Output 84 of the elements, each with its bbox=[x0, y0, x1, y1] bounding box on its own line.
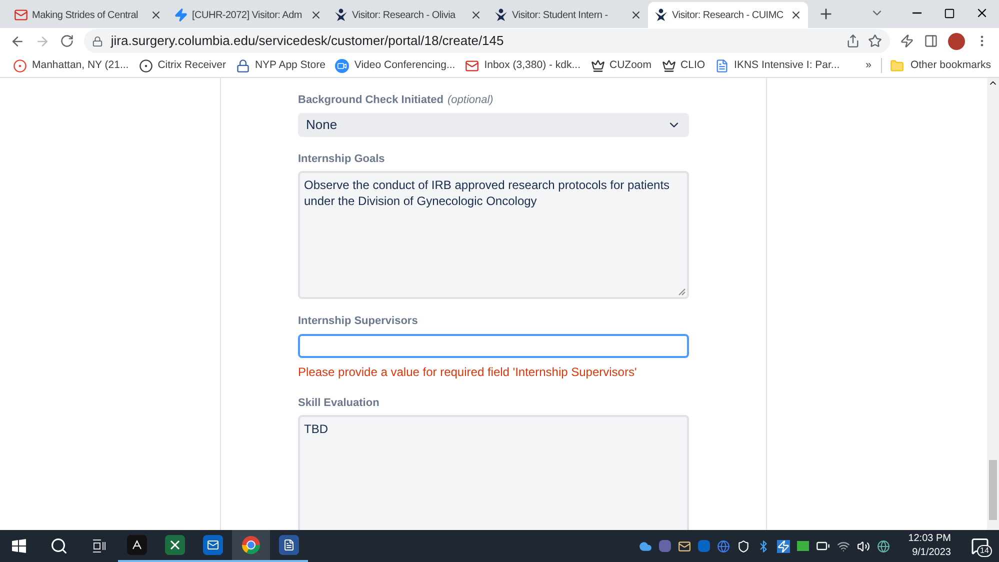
mail-icon bbox=[14, 8, 28, 22]
text-area[interactable]: Observe the conduct of IRB approved research protocols for patients under the Division of Gynecologic Oncology bbox=[298, 171, 689, 299]
clock[interactable]: 12:03 PM 9/1/2023 bbox=[908, 532, 951, 560]
tab-title: Visitor: Research - CUIMC bbox=[672, 8, 784, 22]
crown-icon bbox=[662, 58, 676, 72]
lightning-icon bbox=[174, 8, 188, 22]
tab-title: [CUHR-2072] Visitor: Adm bbox=[192, 8, 303, 22]
field-label: Internship Supervisors bbox=[298, 314, 418, 329]
new-tab-icon[interactable] bbox=[818, 6, 834, 22]
url-text: jira.surgery.columbia.edu/servicedesk/customer/portal/18/create/145 bbox=[110, 32, 505, 50]
windows-start-icon[interactable] bbox=[12, 539, 26, 553]
chat-app-icon[interactable] bbox=[659, 540, 672, 552]
mail-icon bbox=[465, 58, 480, 72]
back-icon[interactable] bbox=[10, 34, 25, 48]
more-bookmarks-button[interactable]: » bbox=[866, 58, 872, 74]
tray-app-icon[interactable] bbox=[797, 541, 810, 551]
close-icon[interactable] bbox=[790, 9, 802, 21]
person-icon bbox=[334, 8, 348, 22]
bookmark[interactable]: IKNS Intensive I: Par... bbox=[710, 58, 845, 74]
close-icon[interactable] bbox=[630, 9, 642, 21]
battery-icon[interactable] bbox=[816, 539, 830, 553]
bookmark[interactable]: Video Conferencing... bbox=[330, 58, 460, 74]
document-app-icon bbox=[279, 535, 299, 555]
browser-app-icon bbox=[241, 535, 261, 555]
globe-icon[interactable] bbox=[717, 540, 730, 552]
bookmark[interactable]: Inbox (3,380) - kdk... bbox=[460, 58, 586, 74]
browser-tab[interactable]: Visitor: Student Intern - bbox=[488, 2, 648, 28]
cloud-icon[interactable] bbox=[639, 540, 652, 552]
crown-icon bbox=[590, 58, 604, 72]
field-label: Background Check Initiated bbox=[298, 93, 444, 108]
extension-icon[interactable] bbox=[900, 34, 914, 48]
restore-icon[interactable] bbox=[944, 8, 955, 19]
tab-title: Visitor: Research - Olivia bbox=[352, 8, 456, 22]
field-label: Skill Evaluation bbox=[298, 396, 380, 410]
input-field[interactable] bbox=[298, 334, 689, 358]
select-field[interactable]: None bbox=[298, 112, 689, 136]
lightning-icon[interactable] bbox=[777, 540, 790, 552]
browser-tab[interactable]: Visitor: Research - CUIMC bbox=[648, 2, 808, 28]
close-icon[interactable] bbox=[150, 9, 162, 21]
pdf-app-icon bbox=[127, 535, 147, 555]
browser-tab[interactable]: Making Strides of Central bbox=[8, 2, 168, 28]
bookmark[interactable]: Citrix Receiver bbox=[134, 58, 231, 74]
person-icon bbox=[654, 8, 668, 22]
person-icon bbox=[494, 8, 508, 22]
tab-title: Visitor: Student Intern - bbox=[512, 8, 609, 22]
close-icon[interactable] bbox=[975, 6, 989, 20]
bookmark[interactable]: CLIO bbox=[656, 58, 710, 74]
close-icon[interactable] bbox=[470, 9, 482, 21]
bookmark[interactable]: CUZoom bbox=[586, 58, 657, 74]
tab-title: Making Strides of Central bbox=[32, 8, 140, 22]
reload-icon[interactable] bbox=[60, 34, 74, 48]
share-icon[interactable] bbox=[846, 34, 860, 48]
clock-date: 9/1/2023 bbox=[912, 546, 951, 560]
lock-icon bbox=[236, 58, 250, 72]
clock-time: 12:03 PM bbox=[908, 532, 951, 546]
mail-icon[interactable] bbox=[678, 540, 692, 552]
notification-count: 14 bbox=[977, 545, 992, 557]
video-icon bbox=[335, 58, 350, 72]
resize-handle-icon bbox=[678, 288, 686, 296]
wifi-icon[interactable] bbox=[837, 540, 850, 552]
bookmark[interactable]: Manhattan, NY (21... bbox=[8, 58, 134, 74]
lock-icon bbox=[92, 36, 103, 46]
other-bookmarks[interactable]: Other bookmarks bbox=[881, 58, 991, 74]
text-area[interactable]: TBD bbox=[298, 415, 689, 530]
scrollbar-thumb[interactable] bbox=[989, 460, 997, 520]
error-message: Please provide a value for required field 'Internship Supervisors' bbox=[298, 364, 638, 380]
field-label: Internship Goals bbox=[298, 152, 385, 166]
side-panel-icon[interactable] bbox=[924, 34, 938, 48]
address-bar[interactable]: jira.surgery.columbia.edu/servicedesk/customer/portal/18/create/145 bbox=[84, 29, 890, 53]
bookmark[interactable]: NYP App Store bbox=[230, 58, 330, 74]
browser-tab[interactable]: [CUHR-2072] Visitor: Adm bbox=[168, 2, 328, 28]
volume-icon[interactable] bbox=[857, 540, 870, 552]
optional-label: (optional) bbox=[447, 93, 494, 108]
close-icon[interactable] bbox=[310, 9, 322, 21]
globe-icon[interactable] bbox=[877, 540, 890, 552]
spreadsheet-app-icon bbox=[165, 535, 185, 555]
task-view-icon[interactable] bbox=[92, 539, 106, 553]
shield-icon[interactable] bbox=[737, 540, 750, 552]
document-icon bbox=[715, 58, 730, 72]
star-icon[interactable] bbox=[868, 34, 882, 48]
folder-icon bbox=[890, 58, 904, 72]
browser-tab[interactable]: Visitor: Research - Olivia bbox=[328, 2, 488, 28]
search-icon[interactable] bbox=[50, 537, 68, 555]
profile-avatar[interactable] bbox=[948, 32, 966, 50]
